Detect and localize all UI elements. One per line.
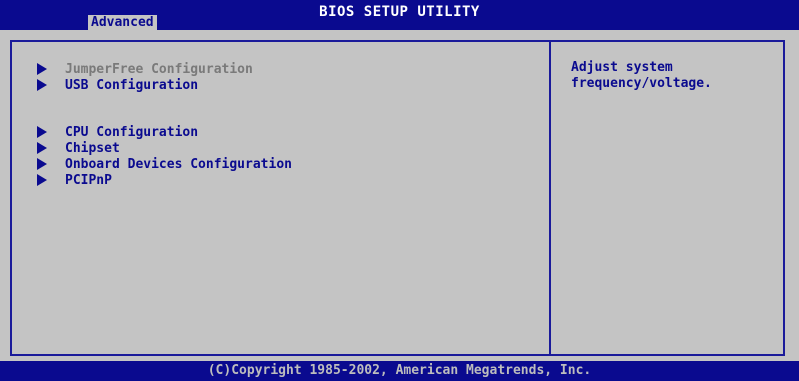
menu-item-onboard-devices-configuration[interactable]: Onboard Devices Configuration xyxy=(34,156,292,172)
menu-item-label: CPU Configuration xyxy=(65,124,199,140)
help-text: Adjust system frequency/voltage. xyxy=(571,60,712,91)
submenu-arrow-icon xyxy=(37,79,47,91)
copyright-text: (C)Copyright 1985-2002, American Megatre… xyxy=(207,363,592,378)
menu-item-chipset[interactable]: Chipset xyxy=(34,140,120,156)
menu-item-label: Chipset xyxy=(65,140,120,156)
tab-advanced[interactable]: Advanced xyxy=(88,15,157,31)
menu-item-label: PCIPnP xyxy=(65,172,112,188)
submenu-arrow-icon xyxy=(37,174,47,186)
menu-item-cpu-configuration[interactable]: CPU Configuration xyxy=(34,124,198,140)
submenu-arrow-icon xyxy=(37,158,47,170)
menu-item-label: JumperFree Configuration xyxy=(65,61,253,77)
help-pane: Adjust system frequency/voltage. xyxy=(551,42,783,354)
menu-item-label: USB Configuration xyxy=(65,77,199,93)
submenu-arrow-icon xyxy=(37,126,47,138)
menu-pane: JumperFree Configuration USB Configurati… xyxy=(12,42,551,354)
menu-item-label: Onboard Devices Configuration xyxy=(65,156,292,172)
menu-item-jumperfree-configuration[interactable]: JumperFree Configuration xyxy=(34,61,253,77)
menu-item-usb-configuration[interactable]: USB Configuration xyxy=(34,77,198,93)
bios-screen: BIOS SETUP UTILITY Advanced JumperFree C… xyxy=(0,0,799,381)
main-frame: JumperFree Configuration USB Configurati… xyxy=(10,40,785,356)
submenu-arrow-icon xyxy=(37,142,47,154)
title-bar: BIOS SETUP UTILITY Advanced xyxy=(0,0,799,31)
menu-item-pcipnp[interactable]: PCIPnP xyxy=(34,172,112,188)
footer-bar: (C)Copyright 1985-2002, American Megatre… xyxy=(0,361,799,381)
submenu-arrow-icon xyxy=(37,63,47,75)
